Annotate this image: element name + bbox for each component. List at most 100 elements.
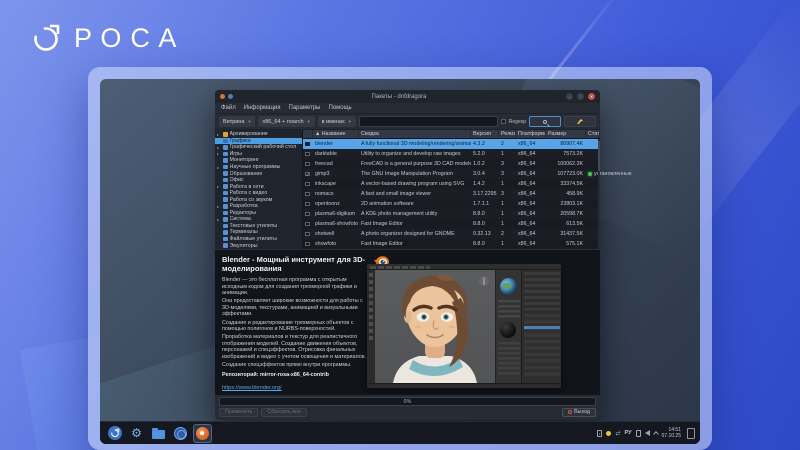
- package-arch: x86_64: [516, 201, 546, 207]
- taskbar-apps: ⚙: [105, 424, 212, 443]
- notes-icon[interactable]: [597, 430, 602, 437]
- file-manager-icon[interactable]: [149, 424, 168, 443]
- expander-icon: ▸: [217, 165, 221, 170]
- package-checkbox[interactable]: [305, 162, 310, 167]
- menubar-item[interactable]: Параметры: [289, 105, 321, 111]
- package-release: 2: [499, 231, 516, 237]
- column-header-release[interactable]: Релиз: [499, 130, 516, 138]
- package-row[interactable]: showfotoFast Image Editor8.8.01x86_64575…: [303, 239, 600, 249]
- arch-dropdown[interactable]: x86_64 + noarch▼: [258, 116, 314, 127]
- clipboard-icon[interactable]: [636, 430, 641, 437]
- package-version: 3.17.2295: [471, 191, 499, 197]
- category-tree: ▸АрхивированиеГрафика▸Графический рабочи…: [215, 130, 303, 249]
- package-row[interactable]: ✓gimp3The GNU Image Manipulation Program…: [303, 169, 600, 179]
- package-version: 5.2.0: [471, 151, 499, 157]
- blender-statusbar: [367, 383, 561, 388]
- expander-icon: ▸: [217, 132, 221, 137]
- maximize-button[interactable]: □: [577, 93, 584, 100]
- search-button[interactable]: [529, 116, 561, 127]
- apply-button[interactable]: Применить: [219, 408, 258, 417]
- color-dot-icon[interactable]: [606, 431, 611, 436]
- search-input[interactable]: [359, 116, 498, 127]
- category-icon: [223, 197, 228, 202]
- screenshot-frame: Пакеты - dnfdragora – □ ✕ Файл Информация…: [88, 67, 712, 450]
- show-desktop-button[interactable]: [687, 428, 695, 439]
- package-version: 0.32.13: [471, 231, 499, 237]
- package-checkbox[interactable]: [305, 152, 310, 157]
- category-icon: [223, 243, 228, 248]
- package-checkbox[interactable]: [305, 202, 310, 207]
- chevron-up-icon[interactable]: [653, 431, 659, 437]
- package-row[interactable]: opentoonz2D animation software1.7.1.11x8…: [303, 199, 600, 209]
- category-icon: [223, 191, 228, 196]
- package-version: 1.7.1.1: [471, 201, 499, 207]
- package-checkbox[interactable]: [305, 212, 310, 217]
- column-header-status[interactable]: Статус: [586, 130, 600, 138]
- quit-button[interactable]: Выход: [562, 408, 596, 417]
- search-in-dropdown[interactable]: в именах▼: [318, 116, 356, 127]
- package-row[interactable]: freecadFreeCAD is a general purpose 3D C…: [303, 159, 600, 169]
- menubar-item[interactable]: Помощь: [329, 105, 352, 111]
- package-checkbox[interactable]: [305, 142, 310, 147]
- regexp-checkbox[interactable]: [501, 119, 506, 124]
- menubar-item[interactable]: Файл: [221, 105, 236, 111]
- window-titlebar[interactable]: Пакеты - dnfdragora – □ ✕: [215, 90, 600, 103]
- table-scrollbar[interactable]: [598, 139, 600, 249]
- package-release: 3: [499, 171, 516, 177]
- package-summary: A KDE photo management utility: [359, 211, 471, 217]
- package-row[interactable]: inkscapeA vector-based drawing program u…: [303, 179, 600, 189]
- clear-search-button[interactable]: [564, 116, 596, 127]
- clock[interactable]: 14:51 07.10.25: [662, 427, 681, 439]
- menubar-item[interactable]: Информация: [244, 105, 281, 111]
- package-release: 1: [499, 241, 516, 247]
- close-button[interactable]: ✕: [588, 93, 595, 100]
- category-icon: [223, 171, 228, 176]
- package-row[interactable]: nomacsA fast and small image viewer3.17.…: [303, 189, 600, 199]
- package-checkbox[interactable]: [305, 242, 310, 247]
- app-icon: [228, 94, 233, 99]
- package-summary: A vector-based drawing program using SVG: [359, 181, 471, 187]
- rosa-launcher-icon[interactable]: [105, 424, 124, 443]
- category-icon: [223, 158, 228, 163]
- file-manager-icon: [152, 430, 165, 439]
- column-header-platform[interactable]: Платформа: [516, 130, 546, 138]
- column-header-name[interactable]: ▲ Название: [313, 130, 359, 138]
- keyboard-layout-indicator[interactable]: РУ: [625, 430, 632, 436]
- package-row[interactable]: plasma6-digikamA KDE photo management ut…: [303, 209, 600, 219]
- settings-gear-icon[interactable]: ⚙: [127, 424, 146, 443]
- package-checkbox[interactable]: [305, 222, 310, 227]
- volume-icon[interactable]: [645, 430, 650, 436]
- dnfdragora-icon[interactable]: [193, 424, 212, 443]
- package-arch: x86_64: [516, 221, 546, 227]
- arrows-icon[interactable]: [615, 430, 620, 437]
- package-release: 3: [499, 161, 516, 167]
- package-row[interactable]: shotwellA photo organizer designed for G…: [303, 229, 600, 239]
- package-row[interactable]: plasma6-showfotoFast Image Editor8.8.01x…: [303, 219, 600, 229]
- package-row[interactable]: blenderA fully functional 3D modeling/re…: [303, 139, 600, 149]
- view-dropdown[interactable]: Витрина▼: [219, 116, 255, 127]
- package-checkbox[interactable]: [305, 182, 310, 187]
- category-icon: [223, 139, 228, 144]
- package-checkbox[interactable]: ✓: [305, 172, 310, 177]
- package-checkbox[interactable]: [305, 232, 310, 237]
- regexp-label: Regexp: [509, 119, 526, 125]
- package-version: 8.8.0: [471, 221, 499, 227]
- category-icon: [223, 237, 228, 242]
- package-row[interactable]: darktableUtility to organize and develop…: [303, 149, 600, 159]
- column-header-size[interactable]: Размер: [546, 130, 586, 138]
- package-name: showfoto: [313, 241, 359, 247]
- column-header-summary[interactable]: Сводка: [359, 130, 471, 138]
- category-label: Научные программы: [230, 164, 281, 170]
- viewport-gizmo-icon: [479, 276, 489, 286]
- column-header-version[interactable]: Версия: [471, 130, 499, 138]
- reset-button[interactable]: Сбросить все: [261, 408, 306, 417]
- package-arch: x86_64: [516, 141, 546, 147]
- browser-icon[interactable]: [171, 424, 190, 443]
- package-checkbox[interactable]: [305, 192, 310, 197]
- minimize-button[interactable]: –: [566, 93, 573, 100]
- category-item[interactable]: Эмуляторы: [215, 242, 302, 249]
- search-icon: [543, 120, 547, 124]
- rosa-launcher-icon: [108, 426, 122, 440]
- window-pin-icon[interactable]: [220, 94, 225, 99]
- category-label: Работа с видео: [230, 190, 268, 196]
